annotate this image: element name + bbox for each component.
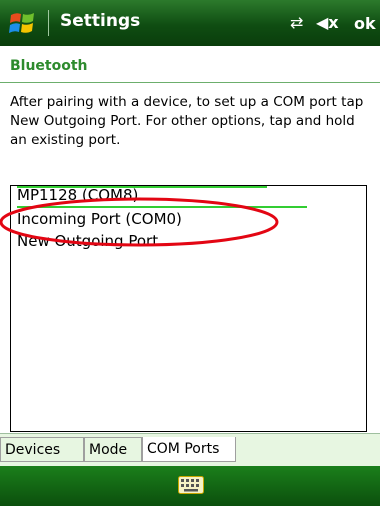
com-ports-list[interactable]: MP1128 (COM8) Incoming Port (COM0) New O…: [10, 185, 367, 432]
start-icon[interactable]: [8, 8, 38, 38]
page-title: Bluetooth: [10, 58, 88, 74]
ok-button[interactable]: ok: [354, 14, 376, 33]
tab-com-ports[interactable]: COM Ports: [142, 437, 236, 462]
selection-underline: [17, 206, 307, 208]
connectivity-icon[interactable]: ⇄: [290, 13, 303, 32]
title-bar: Settings ⇄ ◀x ok: [0, 0, 380, 46]
tab-devices[interactable]: Devices: [0, 437, 84, 462]
tab-mode[interactable]: Mode: [84, 437, 142, 462]
list-item[interactable]: Incoming Port (COM0): [17, 210, 182, 228]
title-separator: [48, 10, 49, 36]
window-title: Settings: [60, 11, 141, 31]
volume-muted-icon[interactable]: ◀x: [316, 13, 339, 32]
instructions-text: After pairing with a device, to set up a…: [10, 94, 364, 148]
tab-bar: Devices Mode COM Ports: [0, 433, 380, 466]
list-item[interactable]: MP1128 (COM8): [17, 186, 138, 204]
bottom-menu-bar: [0, 466, 380, 506]
page-subheader: Bluetooth: [0, 50, 380, 83]
list-item[interactable]: New Outgoing Port: [17, 232, 158, 250]
keyboard-icon[interactable]: [178, 476, 204, 494]
